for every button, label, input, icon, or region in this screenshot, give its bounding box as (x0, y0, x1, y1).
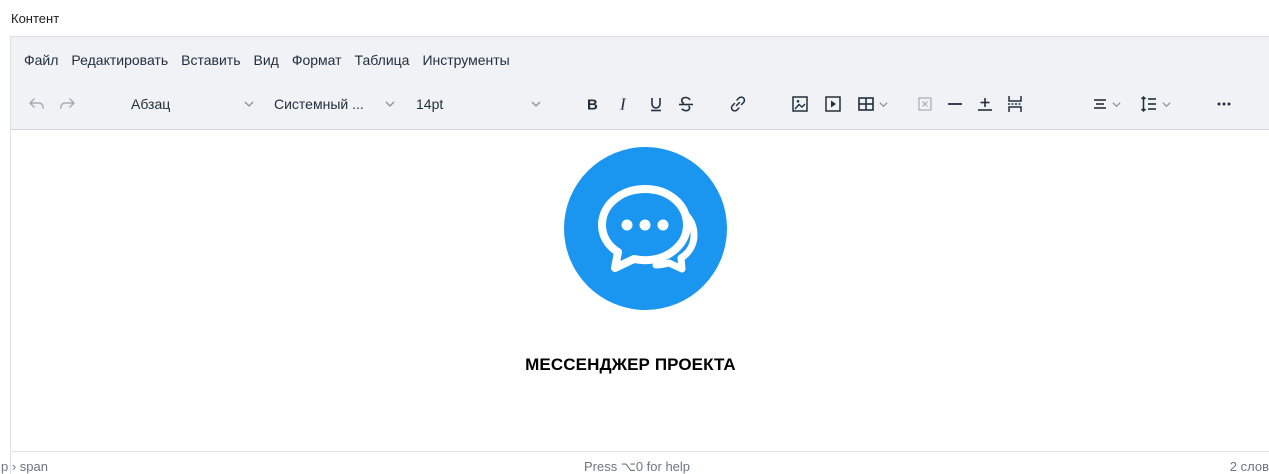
menu-table[interactable]: Таблица (355, 52, 410, 72)
more-icon (1217, 102, 1231, 106)
font-family-select[interactable]: Системный ... (274, 89, 409, 119)
menu-format[interactable]: Формат (292, 52, 342, 72)
underline-icon (651, 98, 661, 112)
media-button[interactable] (821, 89, 845, 119)
editor-content-area[interactable]: МЕССЕНДЖЕР ПРОЕКТА (11, 130, 1269, 451)
menu-edit[interactable]: Редактировать (71, 52, 168, 72)
word-count[interactable]: 2 слов (1230, 459, 1269, 474)
horizontal-rule-icon (948, 103, 962, 105)
help-hint: Press ⌥0 for help (584, 459, 691, 474)
chevron-down-icon (1161, 101, 1171, 107)
table-icon (857, 97, 874, 111)
font-size-select[interactable]: 14pt (416, 89, 546, 119)
redo-button[interactable] (55, 89, 79, 119)
italic-button[interactable]: I (612, 89, 636, 119)
rich-text-editor: Файл Редактировать Вставить Вид Формат Т… (1, 36, 1269, 474)
bold-button[interactable]: B (580, 89, 604, 119)
link-icon (730, 96, 746, 112)
redo-icon (60, 98, 75, 109)
font-size-value: 14pt (416, 96, 444, 112)
remove-format-button[interactable] (913, 89, 937, 119)
menu-file[interactable]: Файл (24, 52, 58, 72)
chevron-down-icon (531, 101, 541, 107)
insert-anchor-button[interactable] (973, 89, 997, 119)
chevron-down-icon (878, 101, 888, 107)
italic-icon: I (619, 95, 627, 113)
chat-bubbles-icon (564, 147, 727, 310)
svg-text:B: B (587, 97, 598, 114)
align-button[interactable] (1086, 89, 1126, 119)
font-family-value: Системный ... (274, 96, 364, 112)
strikethrough-button[interactable] (674, 89, 698, 119)
strikethrough-icon (679, 96, 693, 112)
element-path[interactable]: p › span (1, 459, 48, 474)
chevron-down-icon (385, 101, 395, 107)
align-icon (1093, 99, 1106, 109)
menu-view[interactable]: Вид (253, 52, 278, 72)
underline-button[interactable] (644, 89, 668, 119)
more-button[interactable] (1212, 89, 1236, 119)
statusbar: p › span Press ⌥0 for help 2 слов (1, 451, 1269, 474)
chevron-down-icon (244, 101, 254, 107)
page-break-icon (1008, 96, 1022, 112)
undo-button[interactable] (25, 89, 49, 119)
menu-tools[interactable]: Инструменты (422, 52, 509, 72)
field-label: Контент (11, 11, 60, 26)
block-format-select[interactable]: Абзац (131, 89, 264, 119)
line-height-icon (1140, 95, 1156, 113)
image-button[interactable] (788, 89, 812, 119)
line-height-button[interactable] (1134, 89, 1176, 119)
media-icon (825, 96, 841, 112)
image-icon (792, 96, 808, 112)
page-break-button[interactable] (1003, 89, 1027, 119)
table-button[interactable] (852, 89, 892, 119)
bold-icon: B (587, 97, 598, 114)
link-button[interactable] (726, 89, 750, 119)
svg-text:I: I (619, 95, 627, 113)
undo-icon (29, 98, 44, 109)
menubar: Файл Редактировать Вставить Вид Формат Т… (24, 52, 523, 72)
content-heading: МЕССЕНДЖЕР ПРОЕКТА (11, 355, 1269, 375)
horizontal-rule-button[interactable] (943, 89, 967, 119)
toolbar: Абзац Системный ... 14pt B I (11, 89, 1269, 119)
chevron-down-icon (1111, 101, 1121, 107)
editor-header: Файл Редактировать Вставить Вид Формат Т… (11, 37, 1269, 130)
insert-anchor-icon (978, 98, 992, 111)
content-heading-text: МЕССЕНДЖЕР ПРОЕКТА (525, 355, 736, 374)
menu-insert[interactable]: Вставить (181, 52, 240, 72)
block-format-value: Абзац (131, 96, 171, 112)
remove-format-icon (918, 97, 932, 111)
